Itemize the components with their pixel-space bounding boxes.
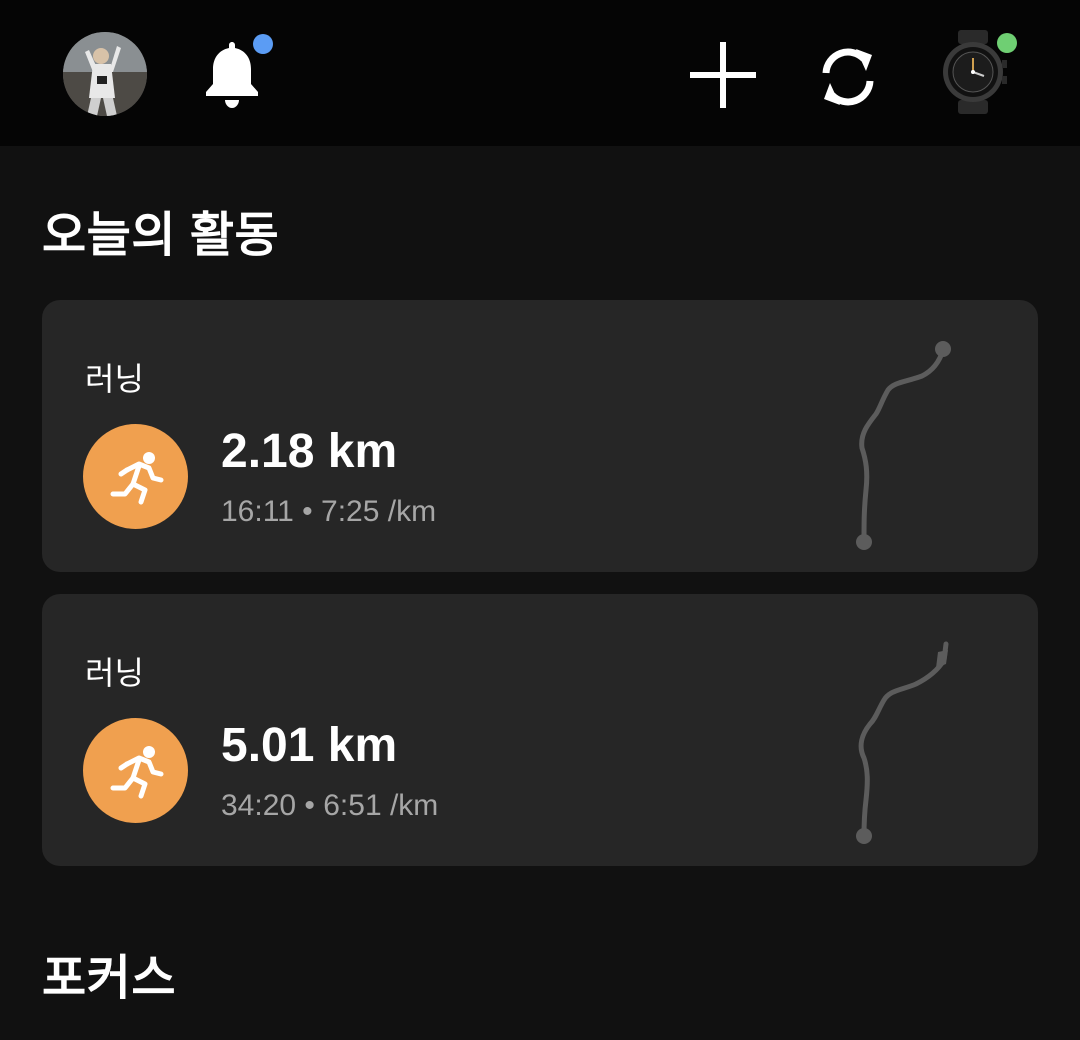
activity-type-label: 러닝	[85, 361, 144, 397]
section-title-focus: 포커스	[42, 952, 176, 1005]
activity-stats: 34:20 • 6:51 /km	[221, 789, 439, 822]
notification-badge	[253, 34, 273, 54]
avatar[interactable]	[63, 32, 147, 116]
sync-icon[interactable]	[812, 43, 884, 111]
activity-distance: 5.01 km	[221, 719, 398, 772]
section-title-today: 오늘의 활동	[42, 209, 280, 262]
activity-card[interactable]: 러닝 2.18 km 16:11 • 7:25 /km	[42, 300, 1038, 572]
activity-stats: 16:11 • 7:25 /km	[221, 495, 437, 528]
running-icon	[83, 424, 188, 529]
add-icon[interactable]	[690, 42, 756, 108]
top-bar	[0, 0, 1080, 146]
notifications-bell-icon[interactable]	[200, 40, 264, 112]
device-status-badge	[997, 33, 1017, 53]
route-map-icon	[856, 341, 951, 550]
running-icon	[83, 718, 188, 823]
route-map-icon	[856, 641, 949, 844]
activity-distance: 2.18 km	[221, 425, 398, 478]
activity-card[interactable]: 러닝 5.01 km 34:20 • 6:51 /km	[42, 594, 1038, 866]
activity-type-label: 러닝	[85, 655, 144, 691]
